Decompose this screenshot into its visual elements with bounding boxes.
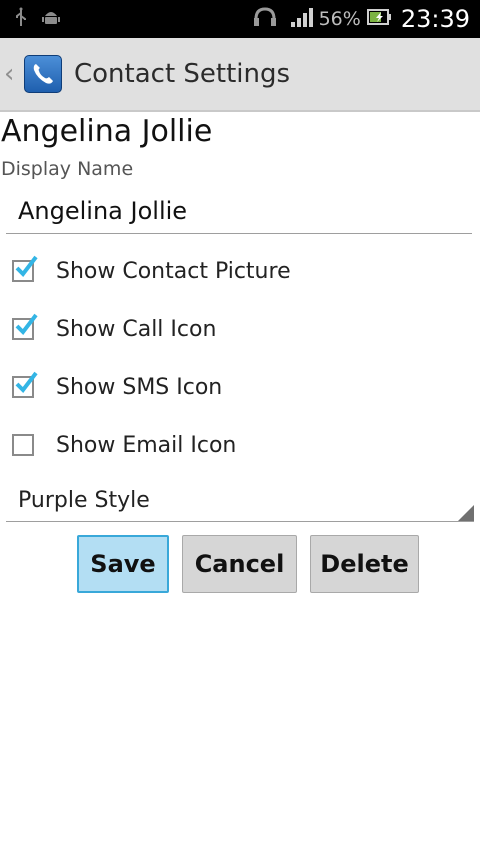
option-show-sms-icon[interactable]: Show SMS Icon: [10, 362, 470, 412]
cancel-button[interactable]: Cancel: [182, 535, 297, 593]
android-debug-icon: [42, 8, 60, 30]
delete-button[interactable]: Delete: [310, 535, 419, 593]
option-label: Show Call Icon: [56, 316, 217, 342]
option-label: Show Contact Picture: [56, 258, 291, 284]
battery-charging-icon: [366, 9, 391, 29]
page-title: Contact Settings: [74, 59, 291, 89]
contact-name-heading: Angelina Jollie: [1, 114, 213, 149]
style-spinner[interactable]: Purple Style: [6, 480, 474, 522]
option-label: Show SMS Icon: [56, 374, 223, 400]
phone-handset-icon[interactable]: [24, 55, 62, 93]
usb-icon: [14, 7, 28, 31]
option-show-email-icon[interactable]: Show Email Icon: [10, 420, 470, 470]
checkbox[interactable]: [12, 255, 38, 282]
action-bar: ‹ Contact Settings: [0, 38, 480, 112]
spinner-corner-arrow-icon: [458, 505, 474, 521]
clock: 23:39: [400, 5, 470, 33]
signal-icon: [290, 7, 313, 31]
option-label: Show Email Icon: [56, 432, 237, 458]
save-button[interactable]: Save: [77, 535, 169, 593]
spinner-selected-value: Purple Style: [18, 488, 150, 513]
option-show-call-icon[interactable]: Show Call Icon: [10, 304, 470, 354]
checkbox[interactable]: [12, 371, 38, 398]
checkbox[interactable]: [12, 434, 34, 456]
headset-icon: [253, 7, 277, 31]
checkbox[interactable]: [12, 313, 38, 340]
display-name-label: Display Name: [1, 158, 134, 180]
battery-percent: 56%: [318, 8, 361, 30]
status-bar: 56% 23:39: [0, 0, 480, 38]
option-show-contact-picture[interactable]: Show Contact Picture: [10, 246, 470, 296]
display-name-field[interactable]: [6, 188, 472, 234]
up-chevron-icon[interactable]: ‹: [4, 59, 22, 89]
